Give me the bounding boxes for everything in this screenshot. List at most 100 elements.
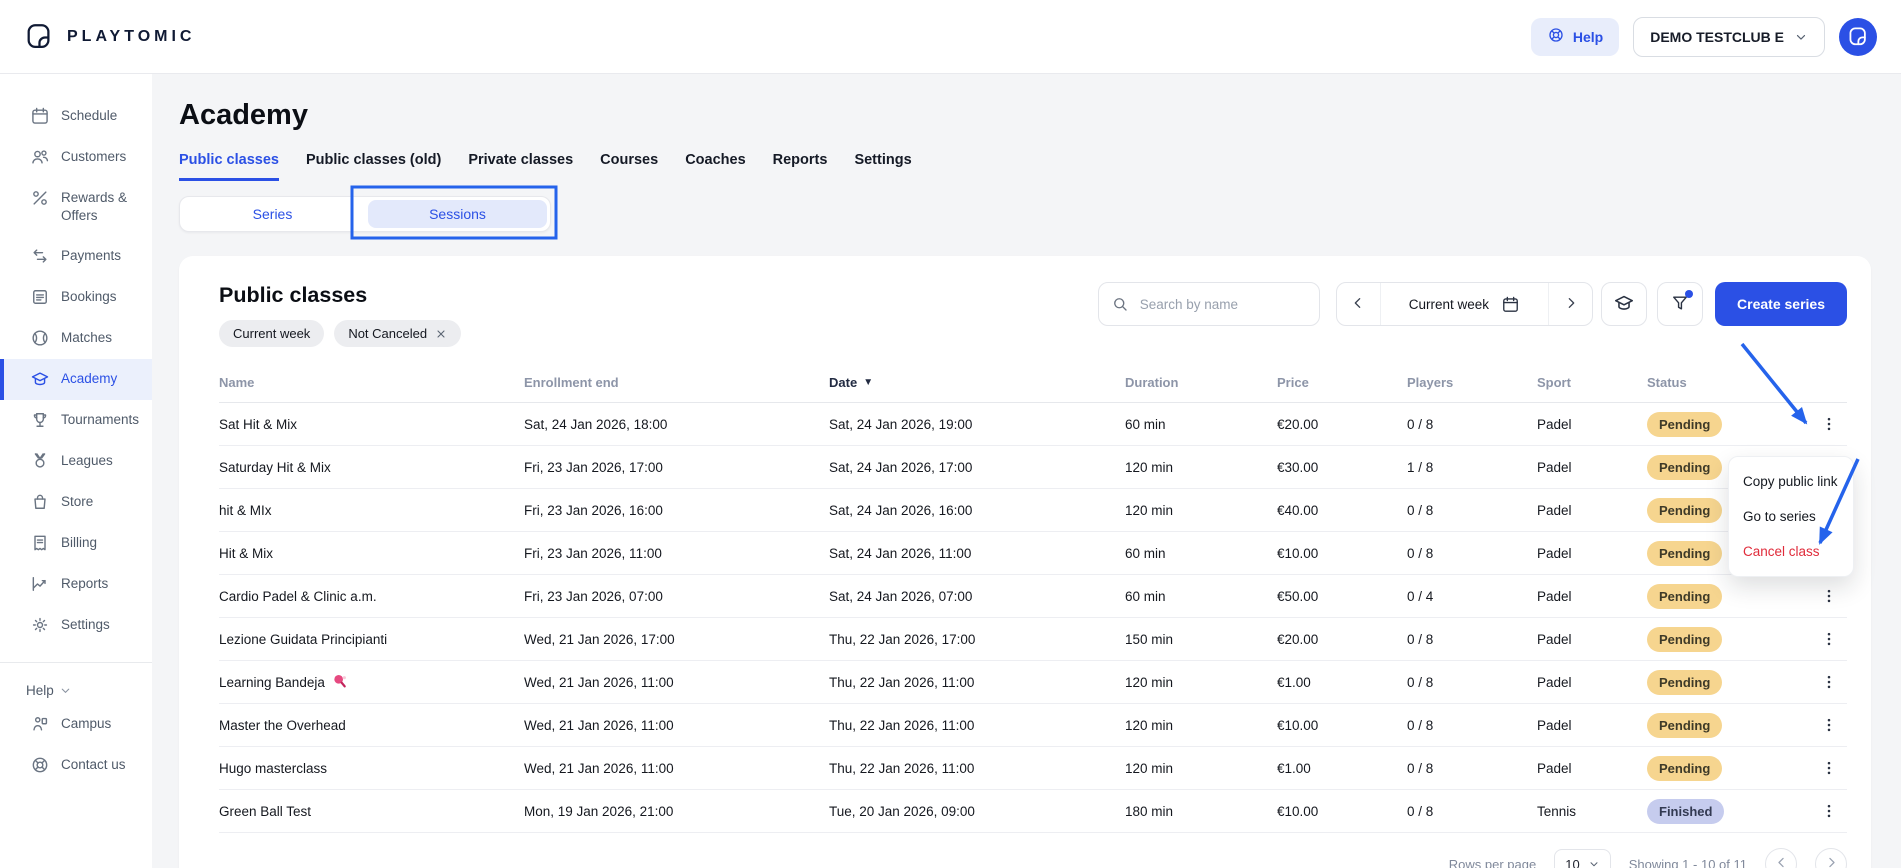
cell-price: €30.00: [1277, 460, 1407, 475]
column-header-players[interactable]: Players: [1407, 375, 1537, 390]
row-actions-button[interactable]: [1815, 410, 1843, 438]
search-input[interactable]: [1138, 296, 1307, 313]
chip-label: Not Canceled: [348, 326, 427, 341]
help-button[interactable]: Help: [1531, 18, 1619, 56]
menu-item-go-to-series[interactable]: Go to series: [1729, 499, 1853, 534]
column-header-sport[interactable]: Sport: [1537, 375, 1647, 390]
cell-name: Green Ball Test: [219, 804, 524, 819]
tab-settings[interactable]: Settings: [854, 152, 911, 181]
sidebar-item-leagues[interactable]: Leagues: [0, 441, 152, 482]
column-header-date[interactable]: Date▼: [829, 375, 1125, 390]
sidebar-item-schedule[interactable]: Schedule: [0, 96, 152, 137]
tab-public-classes-old[interactable]: Public classes (old): [306, 152, 441, 181]
column-header-status[interactable]: Status: [1647, 375, 1794, 390]
status-badge: Pending: [1647, 455, 1722, 480]
cell-name: Lezione Guidata Principianti: [219, 632, 524, 647]
table-body: Sat Hit & MixSat, 24 Jan 2026, 18:00Sat,…: [219, 403, 1847, 833]
cell-sport: Padel: [1537, 589, 1647, 604]
table-row: hit & MIxFri, 23 Jan 2026, 16:00Sat, 24 …: [219, 489, 1847, 532]
table-row: Cardio Padel & Clinic a.m.Fri, 23 Jan 20…: [219, 575, 1847, 618]
tab-courses[interactable]: Courses: [600, 152, 658, 181]
sidebar-item-bookings[interactable]: Bookings: [0, 277, 152, 318]
cell-date: Sat, 24 Jan 2026, 17:00: [829, 460, 1125, 475]
cell-enrollment-end: Wed, 21 Jan 2026, 17:00: [524, 632, 829, 647]
sidebar-item-customers[interactable]: Customers: [0, 137, 152, 178]
row-actions-button[interactable]: [1815, 797, 1843, 825]
cell-players: 0 / 8: [1407, 546, 1537, 561]
status-badge: Finished: [1647, 799, 1724, 824]
column-header-name[interactable]: Name: [219, 375, 524, 390]
sidebar-item-rewards-offers[interactable]: Rewards & Offers: [0, 178, 152, 236]
filter-button[interactable]: [1657, 282, 1703, 326]
menu-item-copy-public-link[interactable]: Copy public link: [1729, 464, 1853, 499]
cell-sport: Padel: [1537, 718, 1647, 733]
cell-status: Pending: [1647, 584, 1794, 609]
sidebar-item-label: Campus: [61, 715, 111, 733]
cell-name: hit & MIx: [219, 503, 524, 518]
close-icon[interactable]: [435, 328, 447, 340]
prev-page-button[interactable]: [1765, 848, 1797, 868]
chevron-right-icon: [1563, 295, 1579, 314]
column-header-enrollment-end[interactable]: Enrollment end: [524, 375, 829, 390]
graduation-cap-icon: [30, 369, 50, 389]
row-actions-button[interactable]: [1815, 711, 1843, 739]
sidebar-help-toggle[interactable]: Help: [0, 677, 80, 704]
tab-public-classes[interactable]: Public classes: [179, 152, 279, 181]
cell-players: 0 / 8: [1407, 761, 1537, 776]
percent-icon: [30, 188, 50, 208]
avatar[interactable]: [1839, 18, 1877, 56]
menu-item-cancel-class[interactable]: Cancel class: [1729, 534, 1853, 569]
chart-icon: [30, 574, 50, 594]
cell-duration: 150 min: [1125, 632, 1277, 647]
cell-duration: 120 min: [1125, 761, 1277, 776]
column-header-duration[interactable]: Duration: [1125, 375, 1277, 390]
sidebar-item-tournaments[interactable]: Tournaments: [0, 400, 152, 441]
sidebar-item-label: Customers: [61, 148, 126, 166]
next-page-button[interactable]: [1815, 848, 1847, 868]
sidebar-item-campus[interactable]: Campus: [0, 704, 152, 745]
row-actions-button[interactable]: [1815, 582, 1843, 610]
toggle-option-series[interactable]: Series: [183, 200, 362, 228]
tab-coaches[interactable]: Coaches: [685, 152, 745, 181]
sidebar-help-label: Help: [26, 683, 54, 698]
create-series-button[interactable]: Create series: [1715, 282, 1847, 326]
toggle-option-sessions[interactable]: Sessions: [368, 200, 547, 228]
tab-private-classes[interactable]: Private classes: [468, 152, 573, 181]
status-badge: Pending: [1647, 498, 1722, 523]
topbar-actions: Help DEMO TESTCLUB E: [1531, 17, 1877, 57]
sidebar-item-reports[interactable]: Reports: [0, 564, 152, 605]
sidebar-item-billing[interactable]: Billing: [0, 523, 152, 564]
column-header-price[interactable]: Price: [1277, 375, 1407, 390]
status-badge: Pending: [1647, 541, 1722, 566]
panel-header-left: Public classes Current weekNot Canceled: [219, 282, 461, 347]
sidebar-item-label: Payments: [61, 247, 121, 265]
receipt-icon: [30, 533, 50, 553]
sidebar-item-academy[interactable]: Academy: [0, 359, 152, 400]
row-actions-button[interactable]: [1815, 625, 1843, 653]
sidebar-item-matches[interactable]: Matches: [0, 318, 152, 359]
club-selector[interactable]: DEMO TESTCLUB E: [1633, 17, 1825, 57]
status-badge: Pending: [1647, 713, 1722, 738]
row-actions-button[interactable]: [1815, 754, 1843, 782]
chevron-right-icon: [1824, 855, 1839, 868]
sidebar-item-contact-us[interactable]: Contact us: [0, 745, 152, 786]
tab-reports[interactable]: Reports: [773, 152, 828, 181]
week-selector[interactable]: Current week: [1381, 283, 1548, 325]
sidebar-item-settings[interactable]: Settings: [0, 605, 152, 646]
sidebar-item-store[interactable]: Store: [0, 482, 152, 523]
status-badge: Pending: [1647, 627, 1722, 652]
prev-week-button[interactable]: [1337, 283, 1381, 325]
cell-price: €10.00: [1277, 804, 1407, 819]
status-badge: Pending: [1647, 670, 1722, 695]
academy-quick-button[interactable]: [1601, 282, 1647, 326]
cell-enrollment-end: Sat, 24 Jan 2026, 18:00: [524, 417, 829, 432]
cell-duration: 120 min: [1125, 503, 1277, 518]
next-week-button[interactable]: [1548, 283, 1592, 325]
sidebar-item-payments[interactable]: Payments: [0, 236, 152, 277]
rows-per-page-select[interactable]: 10: [1554, 849, 1610, 868]
cell-status: Pending: [1647, 412, 1794, 437]
cell-players: 0 / 4: [1407, 589, 1537, 604]
row-actions-button[interactable]: [1815, 668, 1843, 696]
rows-per-page-value: 10: [1565, 857, 1579, 868]
sidebar-item-label: Academy: [61, 370, 117, 388]
